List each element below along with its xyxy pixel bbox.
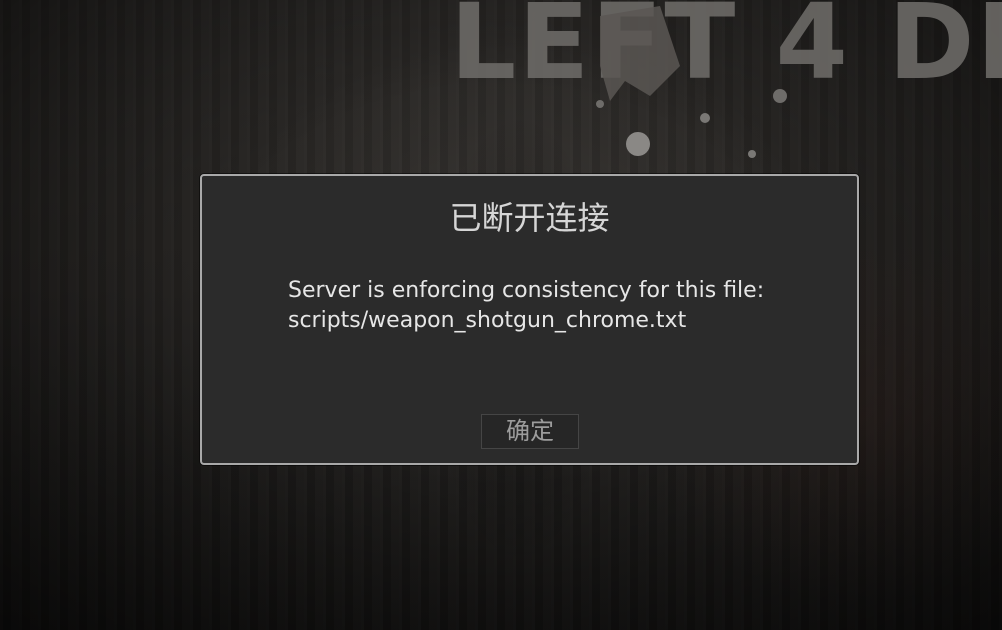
dialog-message-line: scripts/weapon_shotgun_chrome.txt: [288, 308, 687, 333]
ok-button[interactable]: 确定: [481, 414, 579, 449]
game-logo-text: LEFT 4 DEAD: [450, 0, 1002, 103]
logo-splatter-dot: [700, 113, 710, 123]
logo-splatter-dot: [748, 150, 756, 158]
logo-splatter-dot: [596, 100, 604, 108]
logo-splatter-dot: [626, 132, 650, 156]
dialog-message: Server is enforcing consistency for this…: [288, 276, 848, 336]
logo-splatter-dot: [773, 89, 787, 103]
dialog-message-line: Server is enforcing consistency for this…: [288, 278, 765, 303]
disconnect-dialog: 已断开连接 Server is enforcing consistency fo…: [200, 174, 859, 465]
game-logo: LEFT 4 DEAD: [450, 0, 1002, 158]
dialog-title: 已断开连接: [449, 199, 610, 237]
